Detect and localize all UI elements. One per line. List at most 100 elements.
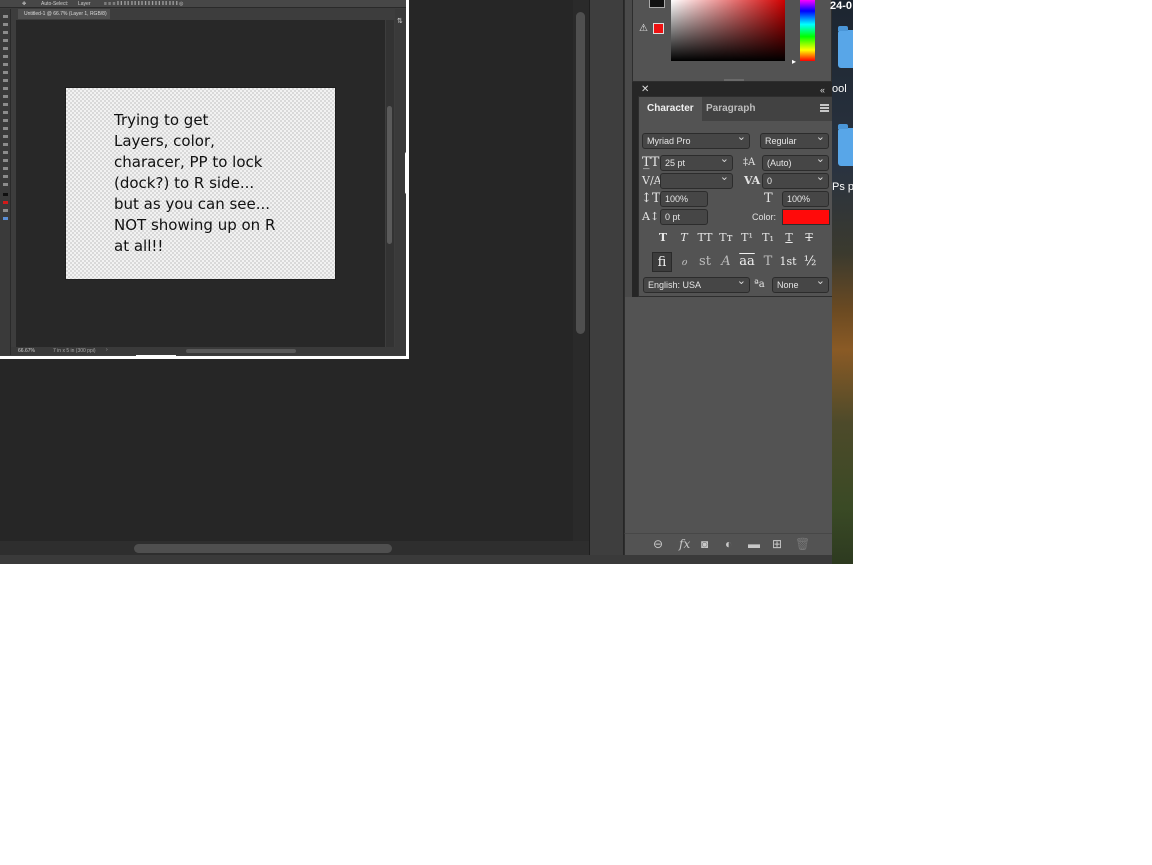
ordinals-button[interactable]: 1st [777, 252, 799, 272]
kerning-field[interactable] [660, 170, 733, 189]
tracking-field[interactable]: 0 [762, 170, 829, 189]
document-text-layer[interactable]: Trying to get Layers, color, characer, P… [114, 110, 275, 257]
text-color-swatch[interactable] [782, 209, 830, 225]
horizontal-scale-field[interactable]: 100% [782, 191, 829, 207]
panel-dock-gutter [589, 0, 623, 555]
tool-icon[interactable] [3, 175, 8, 178]
leading-field[interactable]: (Auto) [762, 152, 829, 171]
document-canvas[interactable]: Trying to get Layers, color, characer, P… [65, 87, 336, 280]
tool-icon[interactable] [3, 159, 8, 162]
tool-icon[interactable] [3, 39, 8, 42]
auto-select-target[interactable]: Layer [78, 1, 91, 7]
small-caps-button[interactable]: Tт [716, 229, 736, 247]
baseline-shift-field[interactable]: 0 pt [660, 209, 708, 225]
vertical-scale-icon: ↕T [641, 191, 661, 206]
tool-icon[interactable] [3, 23, 8, 26]
hue-slider-marker-icon[interactable]: ▸ [792, 57, 796, 66]
canvas-vertical-scroll-thumb[interactable] [387, 106, 392, 244]
font-size-field[interactable]: 25 pt [660, 152, 733, 171]
tool-icon[interactable] [3, 87, 8, 90]
layer-style-fx-icon[interactable]: fx [679, 537, 690, 551]
tool-icon[interactable] [3, 55, 8, 58]
antialias-icon: ªa [754, 279, 765, 290]
subscript-button[interactable]: T₁ [758, 229, 778, 247]
gamut-color-swatch[interactable] [653, 23, 664, 34]
zoom-readout[interactable]: 66.67% [18, 348, 35, 354]
ligatures-button[interactable]: fi [652, 252, 672, 272]
screen: ✥ Auto-Select: Layer ≡ ≡ ≡ ‖ ‖ ‖ ‖ ‖ ‖ ‖… [0, 0, 853, 564]
screen-mode-icon[interactable] [3, 217, 8, 220]
stylistic-alternates-button[interactable]: aa [737, 252, 757, 272]
language-select[interactable]: English: USA [643, 274, 750, 293]
tool-icon[interactable] [3, 95, 8, 98]
text-line: Trying to get [114, 111, 209, 129]
tool-icon[interactable] [3, 103, 8, 106]
delete-layer-icon[interactable]: 🗑 [795, 537, 810, 551]
tool-icon[interactable] [3, 127, 8, 130]
panel-resize-handle[interactable] [724, 79, 744, 81]
collapse-panel-icon[interactable]: ‹‹ [820, 85, 825, 95]
tool-icon[interactable] [3, 151, 8, 154]
move-tool-icon[interactable]: ✥ [22, 1, 26, 7]
all-caps-button[interactable]: TT [695, 229, 715, 247]
workspace-horizontal-scroll-thumb[interactable] [134, 544, 392, 553]
folder-icon[interactable] [838, 124, 853, 166]
add-mask-icon[interactable]: ◙ [701, 537, 708, 551]
folder-icon[interactable] [838, 26, 853, 68]
tool-icon[interactable] [3, 79, 8, 82]
new-group-folder-icon[interactable]: ▬ [748, 537, 760, 551]
discretionary-ligatures-button[interactable]: st [695, 252, 715, 272]
new-layer-icon[interactable]: ⊞ [772, 537, 782, 551]
panel-menu-icon[interactable] [820, 104, 829, 112]
foreground-color-swatch[interactable] [649, 0, 665, 8]
status-chevron-icon[interactable]: › [106, 347, 108, 353]
workspace-vertical-scroll-thumb[interactable] [576, 12, 585, 334]
titling-alternates-button[interactable]: T [758, 252, 778, 272]
tab-character[interactable]: Character [639, 97, 702, 121]
tool-icon[interactable] [3, 167, 8, 170]
faux-italic-button[interactable]: T [674, 229, 694, 247]
options-bar: ✥ Auto-Select: Layer ≡ ≡ ≡ ‖ ‖ ‖ ‖ ‖ ‖ ‖… [0, 0, 406, 8]
tool-icon[interactable] [3, 183, 8, 186]
swap-arrows-icon[interactable]: ⇅ [397, 17, 403, 25]
tool-icon[interactable] [3, 119, 8, 122]
adjustment-layer-icon[interactable]: ◐ [725, 537, 732, 551]
link-layers-icon[interactable]: ⊖ [653, 537, 663, 551]
old-style-button[interactable]: ℴ [674, 252, 694, 272]
screenshot-edge-marker [136, 355, 176, 359]
tool-icon[interactable] [3, 71, 8, 74]
font-style-select[interactable]: Regular [760, 130, 829, 149]
document-tab[interactable]: Untitled-1 @ 66.7% (Layer 1, RGB/8) [18, 9, 110, 19]
color-picker-field[interactable] [671, 0, 785, 61]
hue-slider[interactable] [800, 0, 815, 61]
align-icons: ≡ ≡ ≡ ‖ ‖ ‖ ‖ ‖ ‖ ‖ ‖ ‖ ‖ ‖ ‖ ‖ ‖ ‖ ‖ ‖ … [104, 1, 184, 7]
horizontal-scale-icon: T [764, 191, 773, 206]
underline-button[interactable]: T [779, 229, 799, 247]
tool-icon[interactable] [3, 15, 8, 18]
swash-button[interactable]: A [716, 252, 736, 272]
superscript-button[interactable]: T¹ [737, 229, 757, 247]
tab-paragraph[interactable]: Paragraph [698, 97, 763, 121]
tool-icon[interactable] [3, 135, 8, 138]
quick-mask-icon[interactable] [3, 209, 8, 212]
font-family-select[interactable]: Myriad Pro [642, 130, 750, 149]
fractions-button[interactable]: ½ [800, 252, 820, 272]
toolbar [0, 9, 11, 355]
canvas-horizontal-scroll-thumb[interactable] [186, 349, 296, 353]
vertical-scale-field[interactable]: 100% [660, 191, 708, 207]
foreground-color-icon[interactable] [3, 193, 8, 196]
tool-icon[interactable] [3, 47, 8, 50]
tool-icon[interactable] [3, 63, 8, 66]
embedded-screenshot: ✥ Auto-Select: Layer ≡ ≡ ≡ ‖ ‖ ‖ ‖ ‖ ‖ ‖… [0, 0, 409, 359]
tool-icon[interactable] [3, 111, 8, 114]
tracking-icon: VA [744, 174, 761, 187]
tool-icon[interactable] [3, 31, 8, 34]
tool-icon[interactable] [3, 143, 8, 146]
gamut-warning-icon[interactable]: ⚠ [639, 23, 648, 34]
desktop-folder-label: ool [832, 83, 847, 95]
strikethrough-button[interactable]: T [799, 229, 819, 247]
antialias-select[interactable]: None [772, 274, 829, 293]
close-icon[interactable]: ✕ [641, 85, 649, 95]
faux-bold-button[interactable]: T [653, 229, 673, 247]
background-color-icon[interactable] [3, 201, 8, 204]
